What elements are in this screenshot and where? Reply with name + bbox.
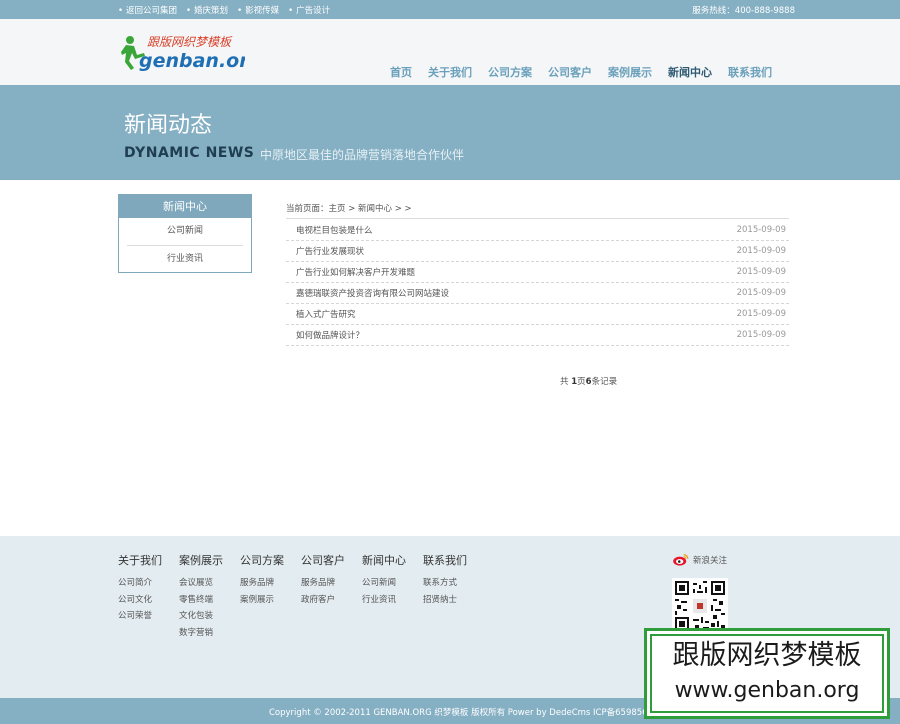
footer-column: 公司客户 服务品牌 政府客户 bbox=[301, 552, 362, 641]
hotline: 服务热线：400-888-9888 bbox=[692, 6, 795, 16]
divider bbox=[286, 218, 789, 219]
news-date: 2015-09-09 bbox=[736, 267, 786, 277]
bullet-icon: • bbox=[186, 6, 192, 16]
top-link-group[interactable]: • 返回公司集团 bbox=[118, 4, 177, 16]
footer-link[interactable]: 会议展览 bbox=[179, 575, 240, 592]
weibo-label: 新浪关注 bbox=[693, 555, 728, 566]
footer-column: 新闻中心 公司新闻 行业资讯 bbox=[362, 552, 423, 641]
top-link-label: 返回公司集团 bbox=[126, 6, 178, 16]
watermark-stamp: 跟版网织梦模板 www.genban.org bbox=[644, 628, 890, 719]
main-nav: 首页 关于我们 公司方案 公司客户 案例展示 新闻中心 联系我们 bbox=[390, 64, 772, 80]
footer-column: 案例展示 会议展览 零售终端 文化包装 数字营销 bbox=[179, 552, 240, 641]
side-item-company-news[interactable]: 公司新闻 bbox=[119, 218, 251, 245]
news-date: 2015-09-09 bbox=[736, 309, 786, 319]
side-menu: 新闻中心 公司新闻 行业资讯 bbox=[118, 194, 252, 273]
footer-link[interactable]: 公司新闻 bbox=[362, 575, 423, 592]
nav-cases[interactable]: 案例展示 bbox=[608, 64, 652, 80]
list-item: 电视栏目包装是什么 2015-09-09 bbox=[286, 220, 789, 241]
pagination-info: 共 1页6条记录 bbox=[560, 375, 617, 387]
news-title-link[interactable]: 植入式广告研究 bbox=[296, 308, 356, 320]
logo-en-text: genban.org bbox=[139, 50, 245, 72]
top-link-film[interactable]: • 影视传媒 bbox=[237, 4, 279, 16]
nav-home[interactable]: 首页 bbox=[390, 64, 412, 80]
weibo-icon bbox=[673, 554, 689, 566]
footer-link[interactable]: 公司简介 bbox=[118, 575, 179, 592]
footer-link[interactable]: 行业资讯 bbox=[362, 592, 423, 609]
footer-column: 公司方案 服务品牌 案例展示 bbox=[240, 552, 301, 641]
footer-link[interactable]: 公司文化 bbox=[118, 592, 179, 609]
qr-code bbox=[672, 578, 728, 634]
top-link-label: 影视传媒 bbox=[245, 6, 280, 16]
footer-column-title[interactable]: 公司方案 bbox=[240, 552, 301, 568]
footer-link[interactable]: 服务品牌 bbox=[240, 575, 301, 592]
list-item: 广告行业如何解决客户开发难题 2015-09-09 bbox=[286, 262, 789, 283]
footer-column: 关于我们 公司简介 公司文化 公司荣誉 bbox=[118, 552, 179, 641]
bullet-icon: • bbox=[118, 6, 124, 16]
site-logo[interactable]: 跟版网织梦模板 genban.org bbox=[120, 31, 262, 73]
bullet-icon: • bbox=[237, 6, 243, 16]
news-title-link[interactable]: 广告行业发展现状 bbox=[296, 245, 364, 257]
footer-column-title[interactable]: 新闻中心 bbox=[362, 552, 423, 568]
logo-cn-text: 跟版网织梦模板 bbox=[147, 35, 233, 49]
bullet-icon: • bbox=[288, 6, 294, 16]
page-title-english: DYNAMIC NEWS bbox=[124, 145, 255, 161]
nav-about[interactable]: 关于我们 bbox=[428, 64, 472, 80]
news-title-link[interactable]: 嘉德瑞联资产投资咨询有限公司网站建设 bbox=[296, 287, 449, 299]
top-link-wedding[interactable]: • 婚庆策划 bbox=[186, 4, 228, 16]
nav-clients[interactable]: 公司客户 bbox=[548, 64, 592, 80]
pager-mid: 页 bbox=[577, 377, 586, 387]
side-menu-title: 新闻中心 bbox=[119, 195, 251, 218]
list-item: 广告行业发展现状 2015-09-09 bbox=[286, 241, 789, 262]
list-item: 如何做品牌设计？ 2015-09-09 bbox=[286, 325, 789, 346]
news-date: 2015-09-09 bbox=[736, 330, 786, 340]
news-title-link[interactable]: 广告行业如何解决客户开发难题 bbox=[296, 266, 415, 278]
qr-code-icon bbox=[675, 581, 725, 631]
header: 跟版网织梦模板 genban.org 首页 关于我们 公司方案 公司客户 案例展… bbox=[0, 19, 900, 85]
footer-column-title[interactable]: 关于我们 bbox=[118, 552, 179, 568]
pager-suffix: 条记录 bbox=[591, 377, 618, 387]
breadcrumb: 当前页面：主页 > 新闻中心 > > bbox=[286, 204, 412, 214]
copyright-text: Copyright © 2002-2011 GENBAN.ORG 织梦模板 版权… bbox=[269, 708, 667, 718]
top-link-label: 婚庆策划 bbox=[194, 6, 229, 16]
top-links: • 返回公司集团 • 婚庆策划 • 影视传媒 • 广告设计 bbox=[118, 4, 330, 16]
logo-icon: 跟版网织梦模板 genban.org bbox=[121, 35, 262, 72]
list-item: 嘉德瑞联资产投资咨询有限公司网站建设 2015-09-09 bbox=[286, 283, 789, 304]
side-item-industry-news[interactable]: 行业资讯 bbox=[127, 245, 243, 272]
news-title-link[interactable]: 如何做品牌设计？ bbox=[296, 329, 364, 341]
footer-column-title[interactable]: 案例展示 bbox=[179, 552, 240, 568]
footer-link[interactable]: 政府客户 bbox=[301, 592, 362, 609]
nav-solutions[interactable]: 公司方案 bbox=[488, 64, 532, 80]
page-title: 新闻动态 bbox=[124, 113, 213, 138]
top-link-label: 广告设计 bbox=[296, 6, 331, 16]
news-title-link[interactable]: 电视栏目包装是什么 bbox=[296, 224, 373, 236]
footer-link[interactable]: 公司荣誉 bbox=[118, 608, 179, 625]
pager-prefix: 共 bbox=[560, 377, 572, 387]
page-banner: 新闻动态 DYNAMIC NEWS 中原地区最佳的品牌营销落地合作伙伴 bbox=[0, 85, 900, 180]
footer-link[interactable]: 服务品牌 bbox=[301, 575, 362, 592]
list-item: 植入式广告研究 2015-09-09 bbox=[286, 304, 789, 325]
watermark-frame: 跟版网织梦模板 www.genban.org bbox=[650, 634, 884, 713]
weibo-follow[interactable]: 新浪关注 bbox=[672, 553, 727, 566]
footer-column: 联系我们 联系方式 招贤纳士 bbox=[423, 552, 484, 641]
footer-link[interactable]: 零售终端 bbox=[179, 592, 240, 609]
footer-column-title[interactable]: 联系我们 bbox=[423, 552, 484, 568]
nav-contact[interactable]: 联系我们 bbox=[728, 64, 772, 80]
footer-columns: 关于我们 公司简介 公司文化 公司荣誉 案例展示 会议展览 零售终端 文化包装 … bbox=[118, 552, 484, 641]
top-link-ad[interactable]: • 广告设计 bbox=[288, 4, 330, 16]
watermark-en: www.genban.org bbox=[674, 678, 860, 703]
footer-link[interactable]: 招贤纳士 bbox=[423, 592, 484, 609]
news-date: 2015-09-09 bbox=[736, 225, 786, 235]
footer-column-title[interactable]: 公司客户 bbox=[301, 552, 362, 568]
top-bar: • 返回公司集团 • 婚庆策划 • 影视传媒 • 广告设计 服务热线：400-888-9… bbox=[0, 0, 900, 19]
footer-link[interactable]: 文化包装 bbox=[179, 608, 240, 625]
news-list: 电视栏目包装是什么 2015-09-09 广告行业发展现状 2015-09-09… bbox=[286, 220, 789, 346]
news-date: 2015-09-09 bbox=[736, 246, 786, 256]
footer-link[interactable]: 联系方式 bbox=[423, 575, 484, 592]
footer-link[interactable]: 数字营销 bbox=[179, 625, 240, 642]
watermark-cn: 跟版网织梦模板 bbox=[672, 640, 862, 671]
news-date: 2015-09-09 bbox=[736, 288, 786, 298]
page-subtitle: 中原地区最佳的品牌营销落地合作伙伴 bbox=[260, 148, 465, 162]
nav-news[interactable]: 新闻中心 bbox=[668, 64, 712, 80]
footer-link[interactable]: 案例展示 bbox=[240, 592, 301, 609]
